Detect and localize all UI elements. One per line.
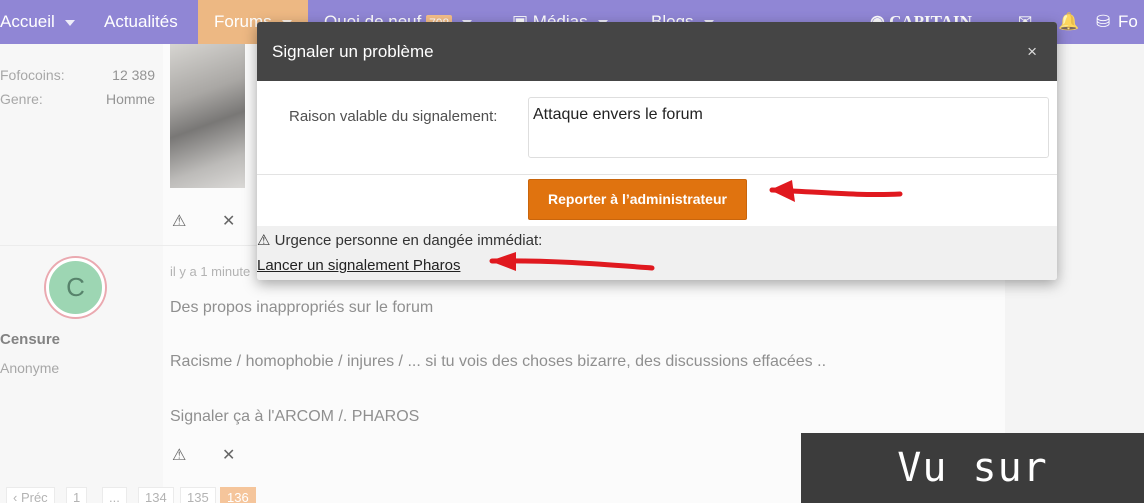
watermark: Vu sur Foforum <box>801 433 1144 503</box>
arrow-head <box>770 180 795 202</box>
annotation-arrows <box>489 180 903 271</box>
arrow-head <box>490 252 516 271</box>
